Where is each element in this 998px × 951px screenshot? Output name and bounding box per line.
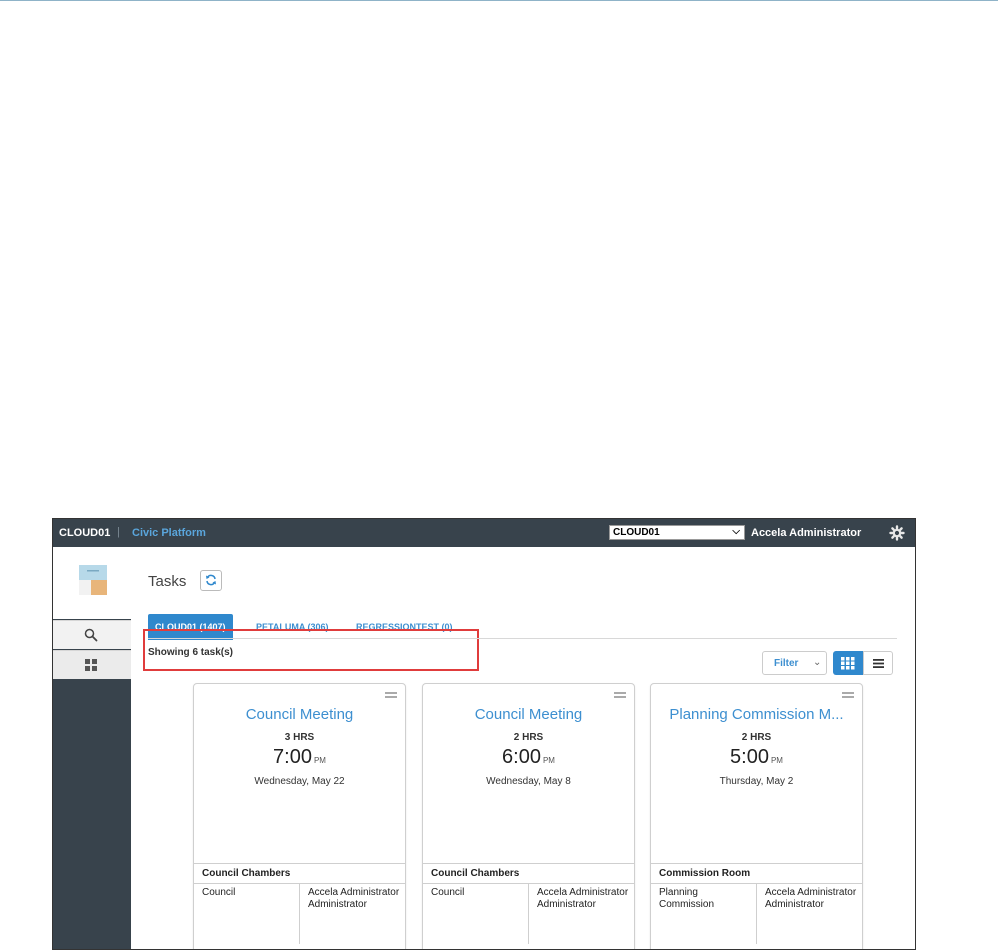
- product-link[interactable]: Civic Platform: [132, 527, 206, 539]
- drag-handle-icon[interactable]: [614, 692, 626, 698]
- task-card[interactable]: Planning Commission M... 2 HRS 5:00 PM Th…: [650, 683, 863, 949]
- logo-icon[interactable]: [79, 565, 107, 595]
- task-card[interactable]: Council Meeting 2 HRS 6:00 PM Wednesday, …: [422, 683, 635, 949]
- top-rule: [0, 0, 998, 1]
- task-date: Wednesday, May 8: [486, 776, 571, 787]
- list-view-button[interactable]: [863, 651, 893, 675]
- refresh-icon: [206, 574, 216, 586]
- task-time: 6:00 PM: [423, 746, 634, 769]
- task-department: Council: [431, 887, 465, 898]
- grid-view-icon: [841, 657, 855, 670]
- gear-icon[interactable]: [889, 525, 905, 541]
- filter-label: Filter: [774, 658, 799, 669]
- chevron-down-icon: ⌵: [732, 526, 740, 537]
- list-view-icon: [873, 659, 884, 668]
- task-time: 5:00 PM: [651, 746, 862, 769]
- chevron-down-icon: ⌄: [813, 657, 822, 668]
- user-name[interactable]: Accela Administrator: [751, 527, 861, 539]
- task-date: Wednesday, May 22: [254, 776, 345, 787]
- task-meta: Council Accela Administrator Administrat…: [194, 883, 405, 944]
- task-meta: Council Accela Administrator Administrat…: [423, 883, 634, 944]
- meta-divider: [299, 884, 300, 944]
- task-time-value: 5:00: [730, 746, 769, 768]
- page-title: Tasks: [148, 573, 187, 590]
- apps-grid-icon: [85, 659, 97, 671]
- tab-petaluma[interactable]: PETALUMA (306): [256, 614, 329, 640]
- meta-divider: [528, 884, 529, 944]
- task-time-value: 6:00: [502, 746, 541, 768]
- task-ampm: PM: [313, 756, 326, 765]
- task-duration: 3 HRS: [284, 732, 315, 743]
- agency-select-value: CLOUD01: [613, 527, 660, 538]
- app-window: CLOUD01 | Civic Platform CLOUD01 ⌵ Accel…: [52, 518, 916, 950]
- task-title[interactable]: Planning Commission M...: [657, 706, 856, 723]
- task-duration: 2 HRS: [741, 732, 772, 743]
- task-title[interactable]: Council Meeting: [429, 706, 628, 723]
- task-ampm: PM: [770, 756, 783, 765]
- task-assignee: Accela Administrator Administrator: [537, 887, 629, 910]
- logo-area: [53, 547, 131, 619]
- task-date: Thursday, May 2: [719, 776, 794, 787]
- task-department: Planning Commission: [659, 887, 715, 910]
- drag-handle-icon[interactable]: [385, 692, 397, 698]
- task-meta: Planning Commission Accela Administrator…: [651, 883, 862, 944]
- search-icon: [84, 628, 98, 642]
- agency-select[interactable]: CLOUD01 ⌵: [609, 525, 745, 540]
- task-assignee: Accela Administrator Administrator: [308, 887, 400, 910]
- task-assignee: Accela Administrator Administrator: [765, 887, 857, 910]
- task-department: Council: [202, 887, 236, 898]
- main-content: Tasks CLOUD01 (1407) PETALUMA (306) REGR…: [131, 547, 915, 949]
- task-location: Council Chambers: [423, 863, 634, 884]
- sidebar-search-button[interactable]: [53, 620, 131, 649]
- refresh-button[interactable]: [200, 570, 222, 591]
- top-nav-bar: CLOUD01 | Civic Platform CLOUD01 ⌵ Accel…: [53, 519, 915, 547]
- drag-handle-icon[interactable]: [842, 692, 854, 698]
- sidebar-apps-button[interactable]: [53, 650, 131, 679]
- task-ampm: PM: [542, 756, 555, 765]
- task-duration: 2 HRS: [513, 732, 544, 743]
- agency-name: CLOUD01: [59, 527, 111, 539]
- tab-regressiontest[interactable]: REGRESSIONTEST (0): [356, 614, 453, 640]
- task-count: Showing 6 task(s): [148, 647, 234, 658]
- left-sidebar: [53, 547, 131, 949]
- task-title[interactable]: Council Meeting: [200, 706, 399, 723]
- tab-divider: [148, 638, 897, 639]
- grid-view-button[interactable]: [833, 651, 863, 675]
- task-time-value: 7:00: [273, 746, 312, 768]
- meta-divider: [756, 884, 757, 944]
- filter-dropdown[interactable]: Filter ⌄: [762, 651, 827, 675]
- task-location: Council Chambers: [194, 863, 405, 884]
- task-location: Commission Room: [651, 863, 862, 884]
- task-time: 7:00 PM: [194, 746, 405, 769]
- tab-cloud01[interactable]: CLOUD01 (1407): [148, 614, 233, 640]
- header-separator: |: [117, 526, 120, 538]
- task-card[interactable]: Council Meeting 3 HRS 7:00 PM Wednesday, …: [193, 683, 406, 949]
